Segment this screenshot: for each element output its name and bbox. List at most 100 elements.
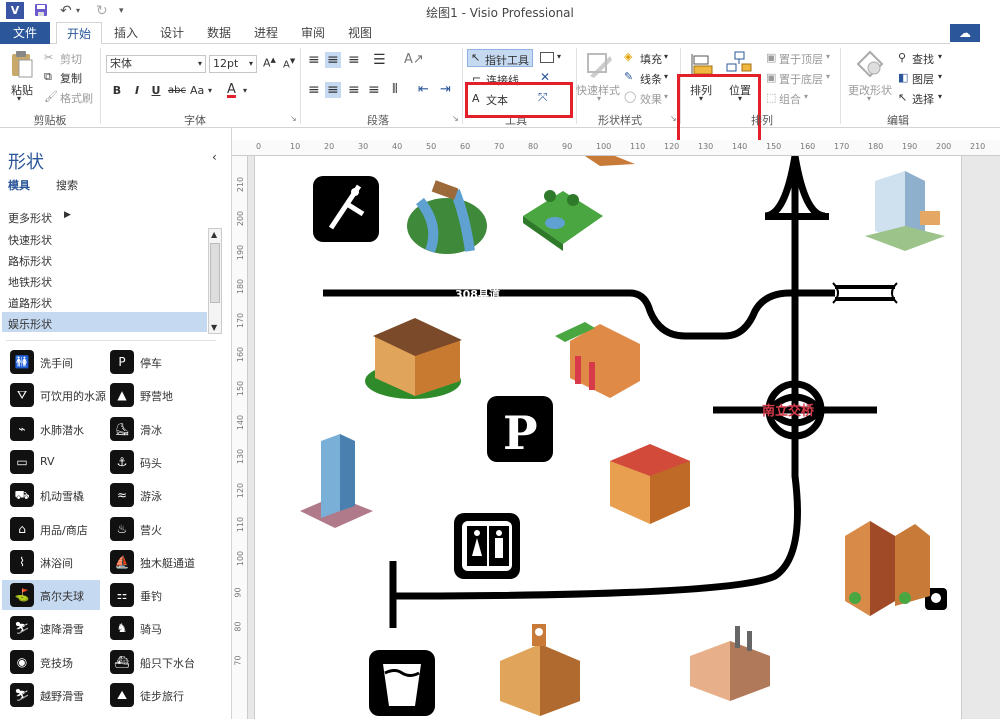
chevron-down-icon[interactable]: ▾ [664,72,668,81]
scroll-up-icon[interactable]: ▲ [211,230,217,239]
chevron-down-icon[interactable]: ▾ [557,52,561,61]
dialog-launcher-icon[interactable]: ↘ [670,114,677,123]
cut-icon[interactable]: ✂ [44,51,53,64]
send-to-back-icon[interactable]: ▣ [766,71,776,84]
chevron-down-icon[interactable]: ▾ [938,92,942,101]
paste-dropdown-icon[interactable]: ▾ [17,94,21,103]
align-top-icon[interactable]: ≡ [308,52,320,68]
stencil-item[interactable]: 地铁形状 [8,274,52,290]
chevron-down-icon[interactable]: ▾ [938,52,942,61]
copy-icon[interactable]: ⧉ [44,70,52,84]
tab-stencils[interactable]: 模具 [8,177,30,193]
fill-icon[interactable]: ◈ [624,50,632,63]
shape-item[interactable]: ▲ 野营地 [102,380,200,410]
shape-item[interactable]: P 停车 [102,347,200,377]
layers-icon[interactable]: ◧ [898,71,908,84]
paste-button[interactable]: 粘贴 [11,82,33,98]
dialog-launcher-icon[interactable]: ↘ [290,114,297,123]
shape-item[interactable]: ⛷ 越野滑雪 [2,680,100,710]
shape-item[interactable]: ≈ 游泳 [102,480,200,510]
align-middle-icon[interactable]: ≡ [325,52,341,68]
justify-icon[interactable]: ≡ [368,82,380,98]
tab-insert[interactable]: 插入 [108,22,144,44]
grow-font-icon[interactable]: A▲ [263,56,276,70]
shape-item[interactable]: ⌁ 水肺潜水 [2,414,100,444]
align-right-icon[interactable]: ≡ [348,82,360,98]
chevron-down-icon[interactable]: ▾ [249,56,253,72]
collapse-panel-icon[interactable]: ‹ [212,150,217,164]
tab-data[interactable]: 数据 [201,22,237,44]
paste-icon[interactable] [10,50,34,80]
scroll-down-icon[interactable]: ▼ [211,323,217,332]
tab-design[interactable]: 设计 [154,22,190,44]
more-shapes-link[interactable]: 更多形状 [8,210,52,226]
chevron-down-icon[interactable]: ▾ [804,92,808,101]
shape-item[interactable]: ⛟ 机动雪橇 [2,480,100,510]
stencil-item-selected[interactable]: 娱乐形状 [2,312,207,332]
stencil-item[interactable]: 路标形状 [8,253,52,269]
format-painter-icon[interactable]: 🖌 [44,90,58,103]
chevron-right-icon[interactable]: ▶ [64,210,71,220]
copy-button[interactable]: 复制 [60,70,82,86]
align-center-icon[interactable]: ≡ [325,82,341,98]
chevron-down-icon[interactable]: ▾ [938,72,942,81]
chevron-down-icon[interactable]: ▾ [826,72,830,81]
shape-item[interactable]: ⛛ 可饮用的水源 [2,380,106,410]
fill-button[interactable]: 填充 [640,51,662,67]
underline-button[interactable]: U [149,84,163,97]
pointer-tool-button[interactable]: ↖ 指针工具 [467,49,533,67]
shape-item[interactable]: 🚻 洗手间 [2,347,100,377]
tab-search[interactable]: 搜索 [56,177,78,193]
rectangle-tool-icon[interactable] [540,52,554,63]
layers-button[interactable]: 图层 [912,71,934,87]
italic-button[interactable]: I [130,84,144,97]
change-shape-icon[interactable] [856,50,884,78]
cut-button[interactable]: 剪切 [60,51,82,67]
text-direction-icon[interactable]: A↗ [404,52,424,67]
shape-item[interactable]: ⚓ 码头 [102,447,200,477]
select-icon[interactable]: ↖ [898,91,907,104]
tab-home[interactable]: 开始 [56,22,102,45]
find-button[interactable]: 查找 [912,51,934,67]
drawing-canvas[interactable]: 308县道 南立交桥 P [248,156,1000,719]
chevron-down-icon[interactable]: ▾ [198,56,202,72]
effects-button[interactable]: 效果 [640,91,662,107]
scroll-thumb[interactable] [210,243,220,303]
stencil-item[interactable]: 快速形状 [8,232,52,248]
shape-item[interactable]: ⛰ 徒步旅行 [102,680,200,710]
select-button[interactable]: 选择 [912,91,934,107]
chevron-down-icon[interactable]: ▾ [664,52,668,61]
chevron-down-icon[interactable]: ▾ [826,52,830,61]
bring-to-front-icon[interactable]: ▣ [766,51,776,64]
tab-review[interactable]: 审阅 [295,22,331,44]
chevron-down-icon[interactable]: ▾ [597,94,601,103]
find-icon[interactable]: ⚲ [898,51,906,64]
shape-item[interactable]: ▭ RV [2,447,100,477]
shape-item[interactable]: ⛸ 滑冰 [102,414,200,444]
format-painter-button[interactable]: 格式刷 [60,90,93,106]
change-case-button[interactable]: Aa [190,84,204,97]
shape-item[interactable]: ⌇ 淋浴间 [2,547,100,577]
group-icon[interactable]: ⬚ [766,91,776,104]
font-color-icon[interactable]: A [227,82,236,97]
effects-icon[interactable]: ◯ [624,90,636,103]
font-size-combo[interactable]: 12pt ▾ [209,55,257,73]
dialog-launcher-icon[interactable]: ↘ [452,114,459,123]
stencil-scrollbar[interactable]: ▲ ▼ [208,228,222,334]
send-to-back-button[interactable]: 置于底层 [779,71,823,87]
shrink-font-icon[interactable]: A▼ [283,57,295,70]
decrease-indent-icon[interactable]: ⇤ [418,82,429,97]
shape-item[interactable]: ⛷ 速降滑雪 [2,613,100,643]
bullets-icon[interactable]: ☰ [373,52,386,68]
quick-styles-icon[interactable] [586,52,614,80]
line-button[interactable]: 线条 [640,71,662,87]
shape-item[interactable]: ♨ 营火 [102,514,200,544]
text-block-icon[interactable]: ⦀ [392,82,398,97]
increase-indent-icon[interactable]: ⇥ [440,82,451,97]
shape-item[interactable]: ♞ 骑马 [102,613,200,643]
shape-item[interactable]: ⛴ 船只下水台 [102,647,200,677]
line-icon[interactable]: ✎ [624,70,633,83]
align-bottom-icon[interactable]: ≡ [348,52,360,68]
strikethrough-button[interactable]: abc [168,85,186,96]
group-button[interactable]: 组合 [779,91,801,107]
